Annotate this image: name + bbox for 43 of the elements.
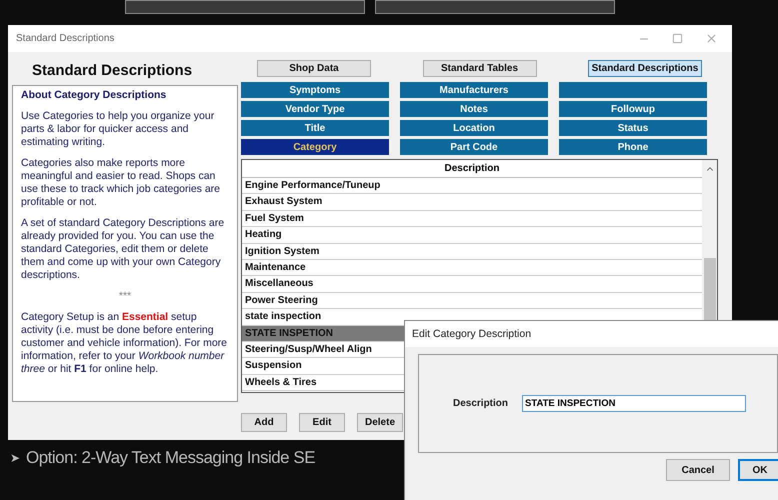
table-button[interactable]: Status (559, 120, 707, 136)
section-tab[interactable]: Standard Tables (422, 60, 536, 77)
dialog-button[interactable]: OK (738, 459, 778, 481)
column-header: Description (242, 160, 702, 178)
table-button[interactable]: Part Code (400, 139, 548, 155)
panel-heading: Standard Descriptions (31, 61, 194, 81)
info-paragraph: Use Categories to help you organize your parts & labor for quicker access and estimating writing. (21, 110, 216, 149)
table-row[interactable]: Exhaust System (242, 194, 702, 211)
info-paragraph: A set of standard Category Descriptions are already provided for you. You can use the standard Categories, edit them or delete them and come up with your own Category descriptions. (21, 217, 226, 282)
table-button[interactable]: Followup (559, 101, 707, 117)
action-button[interactable]: Edit (299, 413, 345, 432)
dialog-button[interactable]: Cancel (666, 459, 730, 481)
caption-text: Option: 2-Way Text Messaging Inside SE (26, 447, 316, 469)
maximize-icon[interactable] (672, 33, 683, 44)
table-row[interactable]: Maintenance (242, 260, 702, 276)
table-button[interactable]: Category (241, 139, 389, 155)
close-icon[interactable] (705, 32, 718, 45)
section-tab[interactable]: Standard Descriptions (588, 60, 702, 77)
info-paragraph: *** (118, 290, 132, 303)
table-row[interactable]: Power Steering (242, 292, 702, 310)
table-row[interactable]: Fuel System (242, 210, 702, 228)
action-button[interactable]: Delete (357, 413, 403, 432)
action-button[interactable]: Add (241, 413, 287, 432)
table-row[interactable]: Heating (242, 227, 702, 244)
table-row[interactable]: Miscellaneous (242, 276, 702, 293)
table-row[interactable]: Ignition System (242, 244, 702, 260)
info-paragraph: Category Setup is an Essential setup activity (i.e. must be done before entering customer and vehicle information). For more information, refer to your Workbook number three or hit F1 for online help. (21, 311, 228, 376)
info-paragraph: Categories also make reports more meaningful and easier to read. Shops can use these to track which job categories are profitable or not. (21, 157, 222, 209)
info-title: About Category Descriptions (21, 89, 168, 102)
window-title: Standard Descriptions (16, 32, 114, 46)
table-button[interactable]: Phone (559, 139, 707, 155)
table-button[interactable]: Location (400, 120, 548, 136)
table-button[interactable]: Notes (400, 101, 548, 117)
caption-marker: ➤ (10, 450, 20, 467)
table-button[interactable]: Symptoms (241, 82, 389, 98)
table-button[interactable]: Vendor Type (241, 101, 389, 117)
table-button[interactable]: Manufacturers (400, 82, 548, 98)
section-tab[interactable]: Shop Data (257, 60, 371, 77)
description-field[interactable]: STATE INSPECTION (522, 395, 746, 412)
field-label: Description (453, 397, 508, 411)
table-row[interactable]: Engine Performance/Tuneup (242, 178, 702, 194)
table-button[interactable]: Title (241, 120, 389, 136)
dialog-title: Edit Category Description (405, 321, 778, 347)
